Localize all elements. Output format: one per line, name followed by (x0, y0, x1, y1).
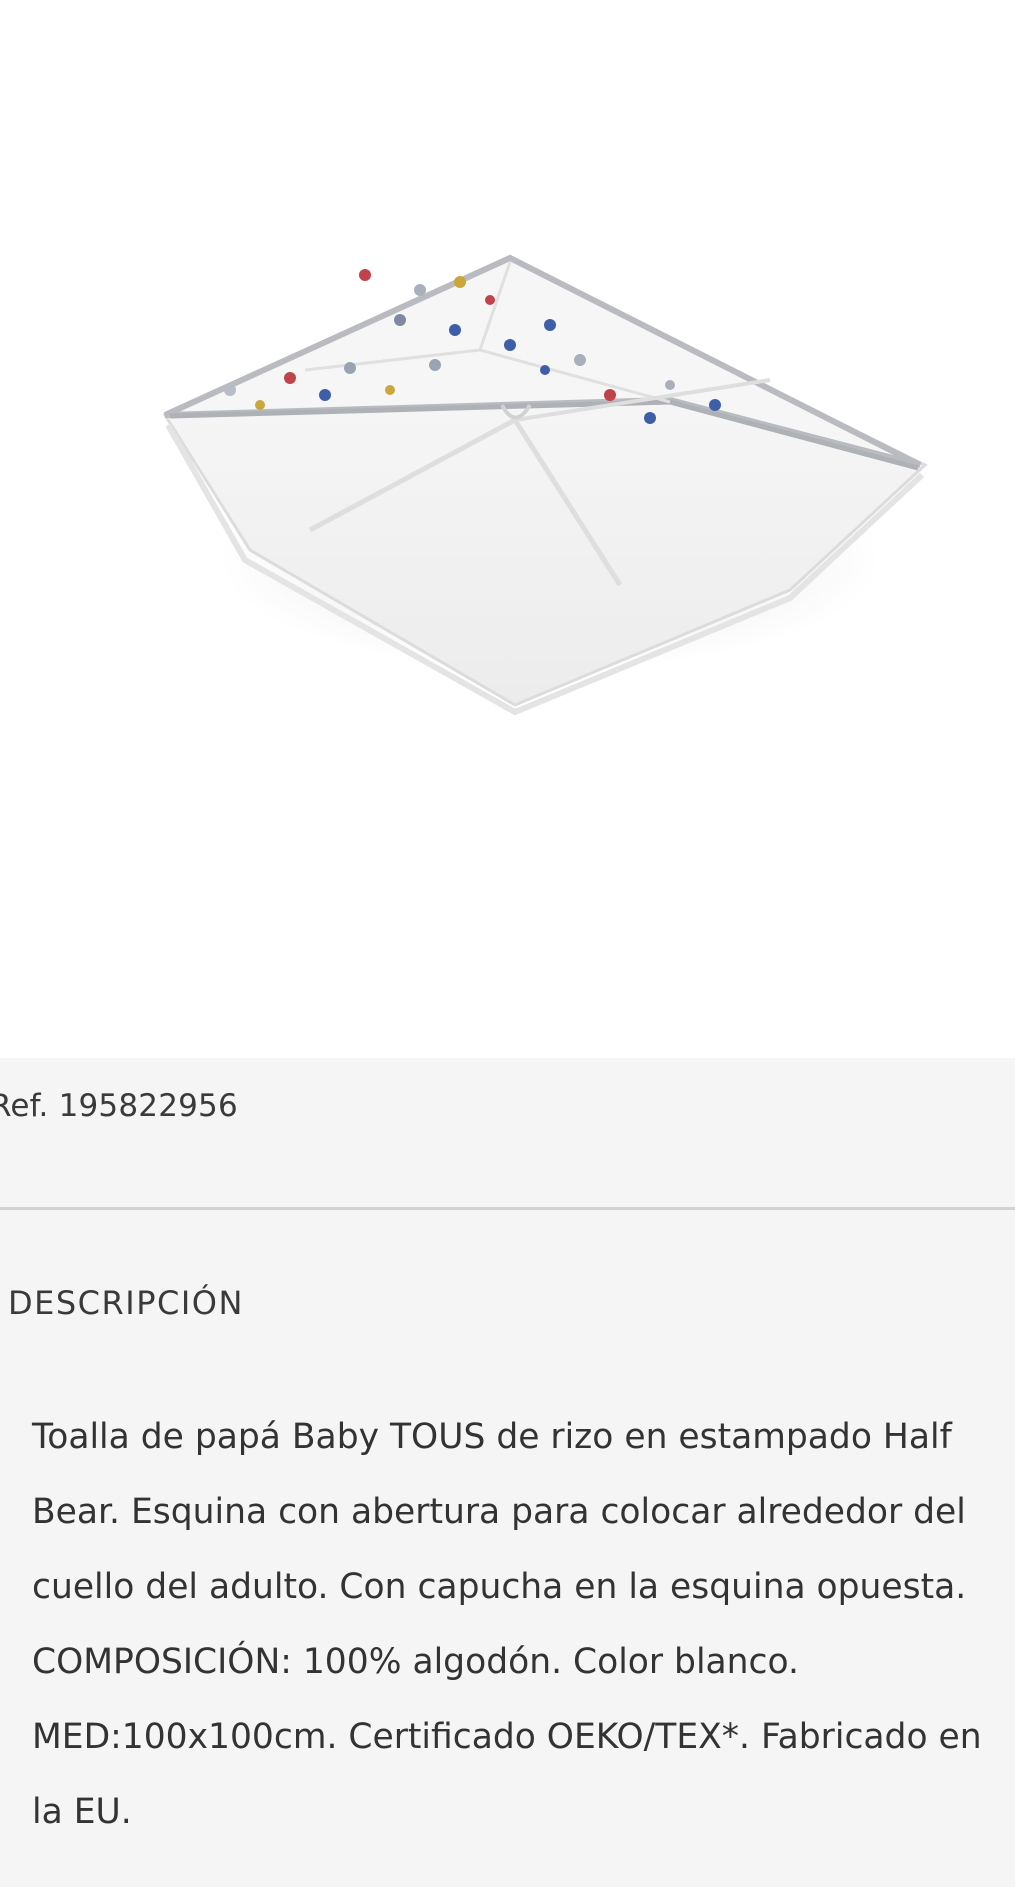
product-reference: Ref. 195822956 (0, 1088, 238, 1124)
description-heading[interactable]: DESCRIPCIÓN (8, 1284, 244, 1322)
description-line: COMPOSICIÓN: 100% algodón. Color blanco. (32, 1642, 799, 1682)
description-text: Toalla de papá Baby TOUS de rizo en esta… (32, 1400, 1015, 1850)
description-line: Bear. Esquina con abertura para colocar … (32, 1492, 966, 1532)
section-divider (0, 1207, 1015, 1210)
description-line: cuello del adulto. Con capucha en la esq… (32, 1567, 967, 1607)
description-line: Toalla de papá Baby TOUS de rizo en esta… (32, 1417, 952, 1457)
description-line: MED:100x100cm. Certificado OEKO/TEX*. Fa… (32, 1717, 982, 1757)
product-image[interactable] (150, 230, 940, 730)
description-line: la EU. (32, 1792, 132, 1832)
product-image-area (0, 0, 1015, 1058)
